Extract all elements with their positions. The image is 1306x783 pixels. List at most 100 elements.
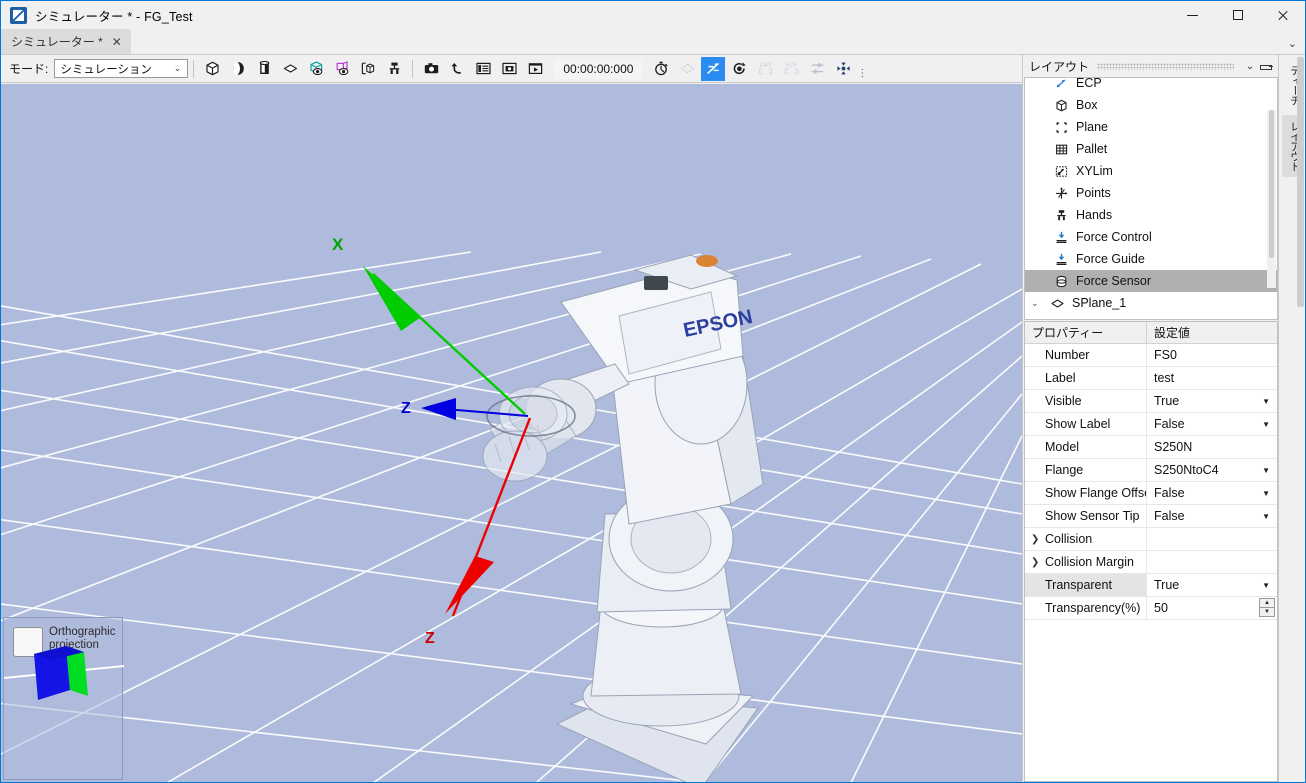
property-value-text: True: [1154, 578, 1179, 592]
chevron-right-icon[interactable]: ❯: [1031, 557, 1039, 568]
property-value[interactable]: S250NtoC4▼: [1147, 459, 1277, 481]
property-row[interactable]: FlangeS250NtoC4▼: [1025, 459, 1277, 482]
chevron-down-icon[interactable]: ▼: [1262, 512, 1270, 521]
pin-icon[interactable]: [1258, 58, 1274, 74]
chevron-down-icon[interactable]: ▼: [1262, 489, 1270, 498]
3d-viewport[interactable]: EPSON: [1, 84, 1022, 783]
show-hide-purple-icon[interactable]: [330, 57, 354, 81]
pallet-icon: [1053, 141, 1069, 157]
tree-item-xylim[interactable]: XYLim: [1025, 160, 1277, 182]
property-row[interactable]: NumberFS0: [1025, 344, 1277, 367]
toolbar-separator: [193, 60, 194, 78]
property-value[interactable]: FS0: [1147, 344, 1277, 366]
property-value-text: False: [1154, 509, 1185, 523]
property-row[interactable]: ModelS250N: [1025, 436, 1277, 459]
dock-scrollbar[interactable]: [1297, 57, 1304, 307]
show-hide-teal-icon[interactable]: [304, 57, 328, 81]
toolbar-overflow-icon[interactable]: ⋮: [857, 68, 867, 79]
viewport-scene: EPSON: [1, 84, 1022, 783]
property-row[interactable]: ❯Collision: [1025, 528, 1277, 551]
tree-item-plane[interactable]: Plane: [1025, 116, 1277, 138]
spinner-control[interactable]: ▲▼: [1259, 598, 1275, 617]
minimize-button[interactable]: [1170, 1, 1215, 29]
chevron-down-icon[interactable]: ⌄: [1242, 58, 1258, 74]
chevron-down-icon[interactable]: ⌄: [1288, 37, 1297, 50]
close-button[interactable]: [1260, 1, 1305, 29]
snapshot-icon[interactable]: [497, 57, 521, 81]
tab-close-icon[interactable]: ✕: [112, 36, 122, 48]
tree-item-box[interactable]: Box: [1025, 94, 1277, 116]
property-row[interactable]: Labeltest: [1025, 367, 1277, 390]
add-box-icon[interactable]: [200, 57, 224, 81]
add-plane-icon[interactable]: [278, 57, 302, 81]
dock-drag-handle[interactable]: [1097, 63, 1234, 70]
tree-item-force-sensor[interactable]: Force Sensor: [1025, 270, 1277, 292]
property-value[interactable]: S250N: [1147, 436, 1277, 458]
tree-item-label: ECP: [1076, 77, 1102, 90]
axis-label-x: X: [332, 235, 344, 254]
group-objects-icon[interactable]: [356, 57, 380, 81]
tree-item-points[interactable]: Points: [1025, 182, 1277, 204]
stopwatch-icon[interactable]: [649, 57, 673, 81]
property-key: Flange: [1025, 459, 1147, 481]
chevron-down-icon[interactable]: ▼: [1262, 397, 1270, 406]
tree-scrollbar[interactable]: [1267, 110, 1276, 288]
ecp-icon[interactable]: ECP: [779, 57, 803, 81]
tree-item-label: XYLim: [1076, 164, 1113, 178]
tree-item-hands[interactable]: Hands: [1025, 204, 1277, 226]
maximize-button[interactable]: [1215, 1, 1260, 29]
svg-text:ECP: ECP: [786, 63, 797, 69]
axis-label-y: Z: [401, 400, 411, 417]
tree-item-ecp[interactable]: ECP: [1025, 77, 1277, 94]
app-icon: [10, 7, 27, 24]
mode-select[interactable]: シミュレーション ⌄: [54, 59, 188, 78]
mode-select-value: シミュレーション: [60, 61, 152, 77]
chevron-down-icon[interactable]: ▼: [1262, 581, 1270, 590]
cad-icon[interactable]: CAD: [753, 57, 777, 81]
tree-item-force-control[interactable]: Force Control: [1025, 226, 1277, 248]
chevron-down-icon[interactable]: ⌄: [1031, 298, 1042, 309]
tree-item-force-guide[interactable]: Force Guide: [1025, 248, 1277, 270]
tree-item-label: Force Guide: [1076, 252, 1145, 266]
properties-panel[interactable]: プロパティー 設定値 NumberFS0LabeltestVisibleTrue…: [1024, 321, 1278, 782]
spinner-up-icon[interactable]: ▲: [1260, 599, 1274, 608]
spinner-down-icon[interactable]: ▼: [1260, 608, 1274, 616]
hand-icon[interactable]: [382, 57, 406, 81]
plane-select-icon[interactable]: [675, 57, 699, 81]
record-icon[interactable]: [523, 57, 547, 81]
property-value[interactable]: False ▼: [1147, 505, 1277, 527]
chevron-right-icon[interactable]: ❯: [1031, 534, 1039, 545]
property-row[interactable]: Show Flange OffsetFalse▼: [1025, 482, 1277, 505]
chevron-down-icon[interactable]: ▼: [1262, 466, 1270, 475]
property-value[interactable]: True ▼: [1147, 574, 1277, 596]
property-row[interactable]: Show LabelFalse▼: [1025, 413, 1277, 436]
move-pad-icon[interactable]: [831, 57, 855, 81]
property-value[interactable]: test: [1147, 367, 1277, 389]
view-cube[interactable]: [4, 618, 124, 738]
tree-item-splane-1[interactable]: ⌄SPlane_1: [1025, 292, 1277, 314]
axis-toggle-icon[interactable]: [701, 57, 725, 81]
list-icon[interactable]: [471, 57, 495, 81]
property-row[interactable]: Show Sensor TipFalse▼: [1025, 505, 1277, 528]
window-title: シミュレーター * - FG_Test: [35, 6, 193, 25]
property-value[interactable]: 50▲▼: [1147, 597, 1277, 619]
undo-icon[interactable]: [445, 57, 469, 81]
rotate-view-icon[interactable]: [727, 57, 751, 81]
chevron-down-icon[interactable]: ▼: [1262, 420, 1270, 429]
tab-simulator[interactable]: シミュレーター * ✕: [1, 29, 131, 54]
property-value[interactable]: True▼: [1147, 390, 1277, 412]
tree-item-pallet[interactable]: Pallet: [1025, 138, 1277, 160]
property-key: Model: [1025, 436, 1147, 458]
add-sphere-icon[interactable]: [226, 57, 250, 81]
property-row[interactable]: Transparency(%)50▲▼: [1025, 597, 1277, 620]
property-value[interactable]: False▼: [1147, 413, 1277, 435]
layout-tree[interactable]: ECP BoxPlanePallet XYLim PointsHandsForce C…: [1024, 77, 1278, 320]
camera-icon[interactable]: [419, 57, 443, 81]
orthographic-projection-widget[interactable]: Orthographic projection: [3, 617, 123, 780]
property-row[interactable]: VisibleTrue▼: [1025, 390, 1277, 413]
property-value[interactable]: False▼: [1147, 482, 1277, 504]
settings-sliders-icon[interactable]: [805, 57, 829, 81]
property-row[interactable]: ❯Collision Margin: [1025, 551, 1277, 574]
add-cylinder-icon[interactable]: [252, 57, 276, 81]
property-row[interactable]: TransparentTrue▼: [1025, 574, 1277, 597]
